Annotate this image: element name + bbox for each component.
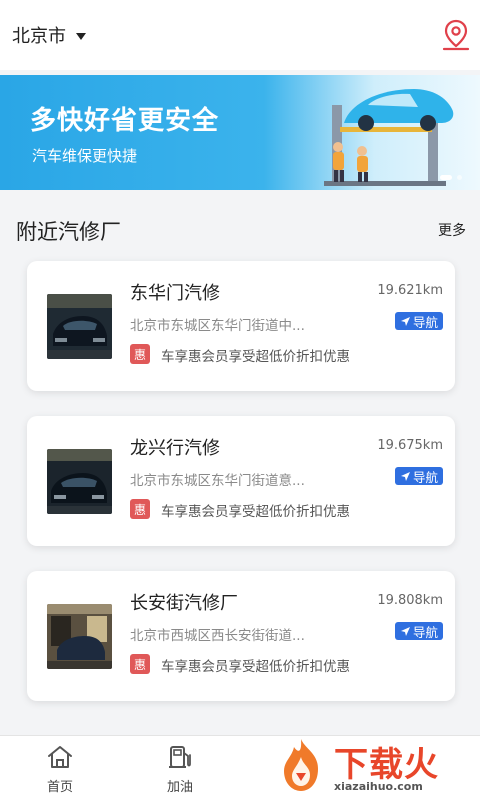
promo-text: 车享惠会员享受超低价折扣优惠 xyxy=(161,659,350,675)
banner-title: 多快好省更安全 xyxy=(30,106,220,136)
location-button[interactable] xyxy=(440,18,472,52)
shop-distance: 19.621km xyxy=(377,283,443,298)
navigation-arrow-icon xyxy=(400,471,410,481)
navigate-label: 导航 xyxy=(412,624,438,640)
discount-badge: 惠 xyxy=(130,499,150,519)
city-label: 北京市 xyxy=(12,26,66,47)
navigate-label: 导航 xyxy=(412,469,438,485)
navigate-button[interactable]: 导航 xyxy=(394,312,443,330)
shop-name: 东华门汽修 xyxy=(130,283,220,304)
nearby-section-header: 附近汽修厂 更多 xyxy=(0,190,480,260)
navigate-label: 导航 xyxy=(412,314,438,330)
caret-down-icon xyxy=(76,32,86,40)
navigation-arrow-icon xyxy=(400,626,410,636)
shop-address: 北京市西城区西长安街街道... xyxy=(130,628,305,644)
banner-dot[interactable] xyxy=(457,175,462,180)
section-title: 附近汽修厂 xyxy=(16,220,121,244)
promo-banner[interactable]: 多快好省更安全 汽车维保更快捷 xyxy=(0,75,480,190)
watermark-url: xiazaihuo.com xyxy=(334,780,423,793)
home-icon xyxy=(48,746,72,768)
shop-card[interactable]: 长安街汽修厂 19.808km 北京市西城区西长安街街道... 导航 惠 车享惠… xyxy=(27,571,455,701)
shop-thumbnail xyxy=(47,449,112,514)
map-pin-icon xyxy=(442,19,470,51)
navigation-arrow-icon xyxy=(400,316,410,326)
promo-text: 车享惠会员享受超低价折扣优惠 xyxy=(161,504,350,520)
banner-dot-active[interactable] xyxy=(440,175,452,180)
shop-name: 长安街汽修厂 xyxy=(130,593,238,614)
tab-fuel[interactable]: 加油 xyxy=(140,736,220,800)
discount-badge: 惠 xyxy=(130,344,150,364)
shop-address: 北京市东城区东华门街道意... xyxy=(130,473,305,489)
navigate-button[interactable]: 导航 xyxy=(394,467,443,485)
shop-address: 北京市东城区东华门街道中... xyxy=(130,318,305,334)
car-lift-illustration xyxy=(324,89,454,186)
shop-name: 龙兴行汽修 xyxy=(130,438,220,459)
banner-subtitle: 汽车维保更快捷 xyxy=(32,147,138,165)
discount-badge: 惠 xyxy=(130,654,150,674)
banner-pagination xyxy=(435,175,462,180)
navigate-button[interactable]: 导航 xyxy=(394,622,443,640)
shop-card[interactable]: 东华门汽修 19.621km 北京市东城区东华门街道中... 导航 惠 车享惠会… xyxy=(27,261,455,391)
watermark: 下载火 xiazaihuo.com xyxy=(272,737,472,797)
top-bar: 北京市 xyxy=(0,0,480,70)
more-link[interactable]: 更多 xyxy=(438,220,466,240)
shop-distance: 19.808km xyxy=(377,593,443,608)
city-selector[interactable]: 北京市 xyxy=(12,22,86,48)
watermark-text: 下载火 xyxy=(334,745,439,785)
tab-home-label: 首页 xyxy=(46,780,73,795)
shop-distance: 19.675km xyxy=(377,438,443,453)
fuel-pump-icon xyxy=(169,746,191,768)
flame-logo-icon xyxy=(284,739,318,791)
tab-fuel-label: 加油 xyxy=(166,780,193,795)
shop-thumbnail xyxy=(47,604,112,669)
promo-text: 车享惠会员享受超低价折扣优惠 xyxy=(161,349,350,365)
shop-thumbnail xyxy=(47,294,112,359)
shop-card[interactable]: 龙兴行汽修 19.675km 北京市东城区东华门街道意... 导航 惠 车享惠会… xyxy=(27,416,455,546)
tab-home[interactable]: 首页 xyxy=(20,736,100,800)
